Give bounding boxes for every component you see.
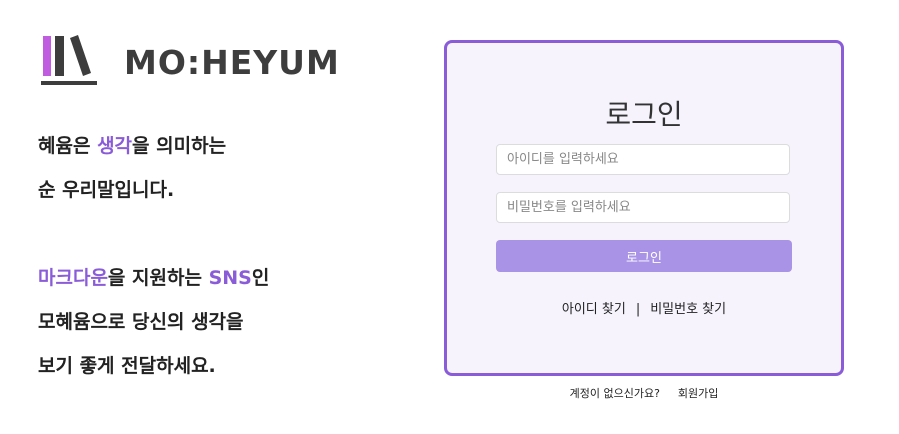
intro-line-3: 마크다운을 지원하는 SNS인: [38, 267, 270, 289]
find-id-link[interactable]: 아이디 찾기: [562, 302, 626, 317]
brand-logo[interactable]: MO:HEYUM: [40, 32, 340, 88]
find-links: 아이디 찾기 | 비밀번호 찾기: [447, 298, 841, 317]
intro-line-5: 보기 좋게 전달하세요.: [38, 355, 216, 377]
link-separator: |: [635, 302, 641, 317]
books-icon: [40, 32, 100, 88]
intro-line-2: 순 우리말입니다.: [38, 179, 175, 201]
login-title: 로그인: [605, 98, 683, 131]
login-page: MO:HEYUM 혜윰은 생각을 의미하는 순 우리말입니다. 마크다운을 지원…: [0, 0, 899, 434]
find-password-link[interactable]: 비밀번호 찾기: [650, 302, 726, 317]
brand-name: MO:HEYUM: [124, 43, 340, 82]
intro-line-1: 혜윰은 생각을 의미하는: [38, 135, 227, 157]
id-input[interactable]: [496, 144, 790, 175]
login-button[interactable]: 로그인: [496, 240, 792, 272]
intro-line-4: 모혜윰으로 당신의 생각을: [38, 311, 244, 333]
signup-question: 계정이 없으신가요?: [569, 387, 660, 400]
signup-link[interactable]: 회원가입: [678, 387, 718, 400]
login-card: 로그인 로그인 아이디 찾기 | 비밀번호 찾기: [444, 40, 844, 376]
password-input[interactable]: [496, 192, 790, 223]
intro-text: 혜윰은 생각을 의미하는 순 우리말입니다. 마크다운을 지원하는 SNS인 모…: [38, 124, 418, 388]
signup-row: 계정이 없으신가요? 회원가입: [444, 385, 844, 401]
